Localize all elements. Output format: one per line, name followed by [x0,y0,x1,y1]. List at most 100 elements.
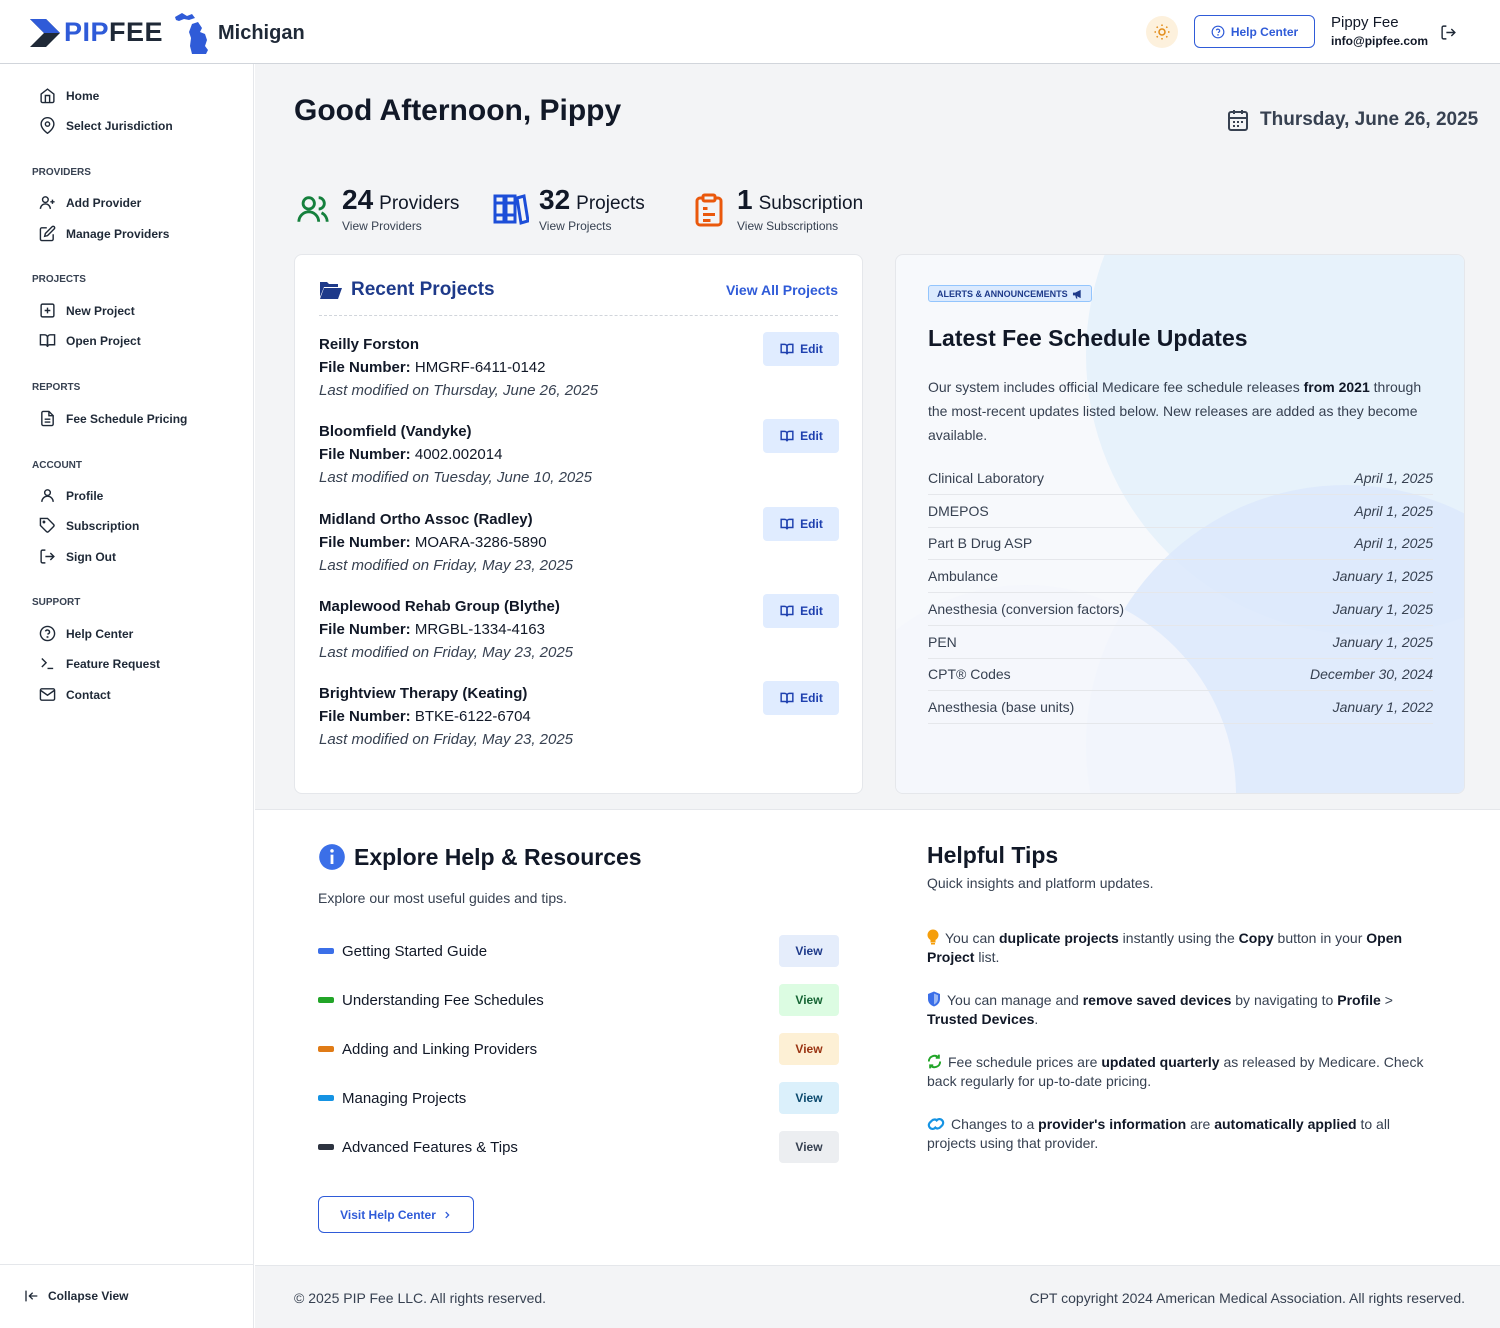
view-resource-button[interactable]: View [779,984,839,1016]
update-row: DMEPOS April 1, 2025 [928,495,1433,528]
project-item: Bloomfield (Vandyke) File Number: 4002.0… [319,419,839,486]
sidebar-item-open-project[interactable]: Open Project [39,332,141,349]
collapse-view-button[interactable]: Collapse View [24,1288,128,1304]
top-bar: PIPFEE Michigan Help Center Pippy Fee in… [0,0,1500,64]
view-all-projects-link[interactable]: View All Projects [726,282,838,298]
sidebar-item-profile[interactable]: Profile [39,487,103,504]
view-resource-button[interactable]: View [779,1033,839,1065]
sidebar-item-label: Add Provider [66,195,142,210]
theme-toggle-button[interactable] [1146,16,1178,48]
visit-help-center-button[interactable]: Visit Help Center [318,1196,474,1233]
update-row: CPT® Codes December 30, 2024 [928,658,1433,691]
open-book-icon [780,343,794,355]
sidebar-item-select-jurisdiction[interactable]: Select Jurisdiction [39,117,173,134]
sidebar-item-label: Help Center [66,626,134,641]
edit-project-button[interactable]: Edit [763,594,839,628]
view-resource-button[interactable]: View [779,1082,839,1114]
sidebar-item-home[interactable]: Home [39,87,99,104]
project-name: Maplewood Rehab Group (Blythe) [319,598,560,615]
edit-project-button[interactable]: Edit [763,507,839,541]
stat-projects[interactable]: 32 Projects View Projects [493,184,645,233]
info-icon [319,844,345,870]
resource-color-bar [318,997,334,1003]
sidebar-item-label: Subscription [66,518,140,533]
stat-number: 32 [539,184,571,215]
tip-text: list. [974,949,1000,965]
sidebar-item-subscription[interactable]: Subscription [39,517,139,534]
map-pin-icon [40,117,55,134]
desc-text: Our system includes official Medicare fe… [928,379,1304,395]
stat-subscription[interactable]: 1 Subscription View Subscriptions [691,184,863,233]
sidebar-item-label: Contact [66,687,111,702]
file-text-icon [41,410,54,427]
sidebar-item-feature-request[interactable]: Feature Request [39,655,160,672]
project-modified: Last modified on Tuesday, June 10, 2025 [319,469,592,486]
project-file-number: File Number: BTKE-6122-6704 [319,708,839,725]
view-providers-link[interactable]: View Providers [342,219,459,233]
tag-icon [39,517,55,533]
books-icon [493,192,529,233]
pipfee-logo[interactable]: PIPFEE [30,17,163,48]
file-number-value: MRGBL-1334-4163 [414,621,545,638]
tip-bold: updated quarterly [1101,1054,1220,1070]
sidebar-item-new-project[interactable]: New Project [39,302,135,319]
stat-providers[interactable]: 24 Providers View Providers [294,184,459,233]
view-projects-link[interactable]: View Projects [539,219,645,233]
sidebar-item-sign-out[interactable]: Sign Out [39,548,116,565]
update-name: Anesthesia (base units) [928,699,1075,715]
resource-item: Getting Started Guide View [318,935,839,967]
edit-project-button[interactable]: Edit [763,332,839,366]
help-circle-icon [39,625,56,642]
footer: © 2025 PIP Fee LLC. All rights reserved.… [255,1265,1500,1328]
view-resource-button[interactable]: View [779,935,839,967]
help-center-button[interactable]: Help Center [1194,15,1315,48]
tip-bold: automatically applied [1214,1116,1357,1132]
tip-text: Fee schedule prices are [948,1054,1102,1070]
helpful-tips-title: Helpful Tips [927,842,1059,868]
update-name: Ambulance [928,568,999,584]
sidebar-item-fee-schedule-pricing[interactable]: Fee Schedule Pricing [39,410,187,427]
open-book-icon [39,334,56,348]
logo-chevron-icon [30,18,60,47]
update-row: Anesthesia (base units) January 1, 2022 [928,691,1433,724]
resource-color-bar [318,1095,334,1101]
project-modified: Last modified on Thursday, June 26, 2025 [319,382,599,399]
sidebar-item-contact[interactable]: Contact [39,686,111,703]
tip-bold: provider's information [1038,1116,1187,1132]
edit-project-button[interactable]: Edit [763,419,839,453]
project-name: Brightview Therapy (Keating) [319,685,528,702]
update-date: January 1, 2022 [1332,699,1433,715]
user-name: Pippy Fee [1331,14,1399,31]
edit-square-icon [39,225,56,242]
tip-bold: remove saved devices [1082,992,1232,1008]
edit-project-button[interactable]: Edit [763,681,839,715]
edit-label: Edit [800,517,823,531]
date-text: Thursday, June 26, 2025 [1260,109,1479,130]
view-subscriptions-link[interactable]: View Subscriptions [737,219,863,233]
tip-text: button in your [1273,930,1367,946]
project-modified: Last modified on Friday, May 23, 2025 [319,644,574,661]
sidebar-item-label: Home [66,88,100,103]
megaphone-icon [1072,289,1081,299]
michigan-map-icon [175,13,208,54]
home-icon [40,88,55,104]
open-book-icon [780,692,794,704]
nav-group-support: SUPPORT [32,597,81,608]
logout-button[interactable] [1440,24,1457,41]
jurisdiction-selector[interactable]: Michigan [172,10,305,56]
divider [319,315,838,316]
update-date: January 1, 2025 [1332,601,1433,617]
sidebar-item-help-center[interactable]: Help Center [39,625,133,642]
project-modified: Last modified on Friday, May 23, 2025 [319,731,574,748]
resource-label: Advanced Features & Tips [342,1138,518,1156]
help-circle-icon [1211,25,1225,38]
update-row: Part B Drug ASP April 1, 2025 [928,527,1433,560]
project-name: Bloomfield (Vandyke) [319,423,472,440]
alerts-badge: ALERTS & ANNOUNCEMENTS [928,285,1092,302]
edit-label: Edit [800,429,823,443]
project-item: Maplewood Rehab Group (Blythe) File Numb… [319,594,839,661]
sidebar-item-add-provider[interactable]: Add Provider [39,194,141,211]
resource-color-bar [318,1144,334,1150]
sidebar-item-manage-providers[interactable]: Manage Providers [39,225,169,242]
view-resource-button[interactable]: View [779,1131,839,1163]
